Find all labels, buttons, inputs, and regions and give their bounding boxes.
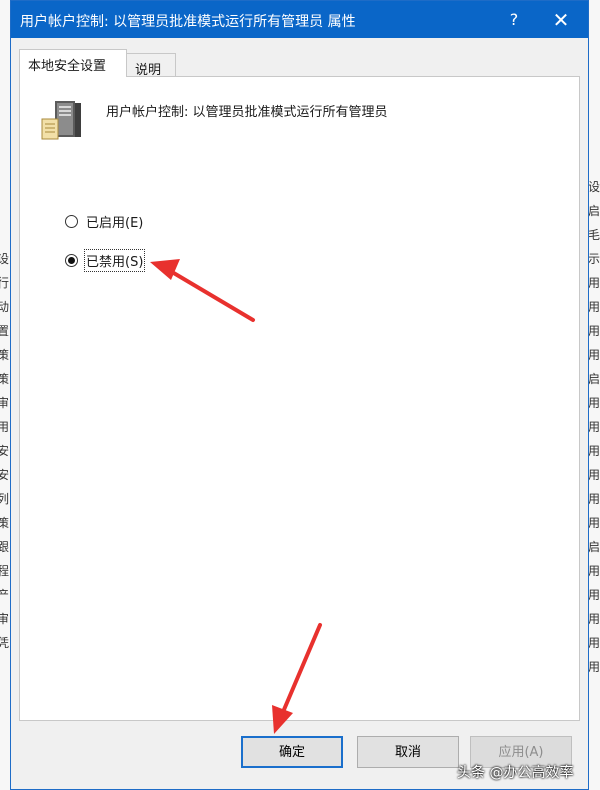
watermark: 头条 @办公高效率 <box>457 765 574 781</box>
background-text: 用 <box>588 300 600 314</box>
server-icon <box>41 101 81 140</box>
background-text: 凭 <box>0 636 10 650</box>
background-text: 策 <box>0 372 10 386</box>
background-text: 程 <box>0 564 10 578</box>
background-text: 用 <box>588 444 600 458</box>
background-text: 用 <box>588 588 600 602</box>
background-text: 置 <box>0 324 10 338</box>
background-text: 用 <box>588 660 600 674</box>
background-text: 用 <box>588 612 600 626</box>
background-text: 用 <box>588 516 600 530</box>
background-text: 审 <box>0 612 10 626</box>
option-enabled[interactable]: 已启用(E) <box>65 211 144 232</box>
background-text: 跟 <box>0 540 10 554</box>
background-text: 用 <box>588 396 600 410</box>
background-text: 策 <box>0 516 10 530</box>
background-text: 启 <box>588 372 600 386</box>
background-text: 设 <box>0 252 10 266</box>
option-disabled[interactable]: 已禁用(S) <box>65 249 146 272</box>
disabled-label[interactable]: 已禁用(S) <box>83 249 146 272</box>
background-text: 列 <box>0 492 10 506</box>
background-text: 用 <box>588 276 600 290</box>
background-text: 审 <box>0 396 10 410</box>
policy-name: 用户帐户控制: 以管理员批准模式运行所有管理员 <box>106 105 388 120</box>
ok-button[interactable]: 确定 <box>241 736 343 768</box>
background-text: 用 <box>588 324 600 338</box>
background-text: 用 <box>588 348 600 362</box>
background-text: 启 <box>588 540 600 554</box>
background-text: 动 <box>0 300 10 314</box>
background-text: 用 <box>588 636 600 650</box>
background-text: 设 <box>588 180 600 194</box>
tab-panel: 用户帐户控制: 以管理员批准模式运行所有管理员 已启用(E) 已禁用(S) <box>19 76 580 721</box>
background-text: 毛 <box>588 228 600 242</box>
disabled-radio[interactable] <box>65 254 78 267</box>
enabled-radio[interactable] <box>65 215 78 228</box>
background-text: 启 <box>588 204 600 218</box>
properties-dialog: 用户帐户控制: 以管理员批准模式运行所有管理员 属性 ? ✕ 本地安全设置 说明… <box>10 0 589 790</box>
title-bar[interactable]: 用户帐户控制: 以管理员批准模式运行所有管理员 属性 ? ✕ <box>11 1 588 38</box>
background-text: 用 <box>588 420 600 434</box>
cancel-button[interactable]: 取消 <box>357 736 459 768</box>
enabled-label[interactable]: 已启用(E) <box>85 211 144 232</box>
background-text: 产 <box>0 588 10 602</box>
background-text: 用 <box>588 468 600 482</box>
background-text: 策 <box>0 348 10 362</box>
background-text: 安 <box>0 444 10 458</box>
window-title: 用户帐户控制: 以管理员批准模式运行所有管理员 属性 <box>20 14 356 30</box>
background-text: 安 <box>0 468 10 482</box>
background-text: 示 <box>588 252 600 266</box>
tab-local-security-setting[interactable]: 本地安全设置 <box>19 49 127 77</box>
close-icon[interactable]: ✕ <box>546 7 576 33</box>
background-text: 用 <box>588 564 600 578</box>
background-text: 用 <box>0 420 10 434</box>
background-text: 用 <box>588 492 600 506</box>
help-icon[interactable]: ? <box>499 7 529 33</box>
background-text: 行 <box>0 276 10 290</box>
